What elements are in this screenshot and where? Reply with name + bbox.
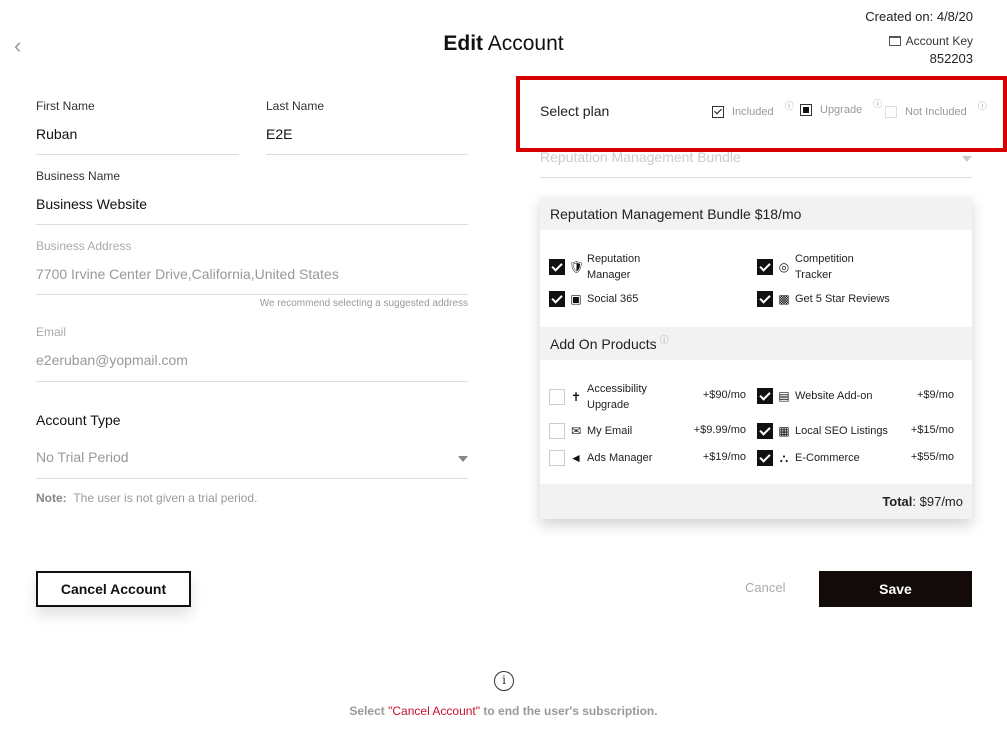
account-key-value: 852203 — [929, 51, 973, 66]
addon-price: +$19/mo — [702, 451, 746, 463]
account-key-label: Account Key — [888, 34, 973, 48]
calendar-icon: ▣ — [570, 292, 582, 306]
info-icon: ⓘ — [977, 101, 987, 111]
plan-bundle-underline — [540, 177, 972, 178]
reviews-icon: ▩ — [778, 292, 790, 306]
email-underline — [36, 381, 468, 382]
business-name-field[interactable]: Business Website — [36, 196, 468, 212]
checked-checkbox-icon[interactable] — [757, 423, 773, 439]
cancel-account-button[interactable]: Cancel Account — [36, 571, 191, 607]
upgrade-square-icon — [800, 103, 812, 116]
first-name-label: First Name — [36, 99, 95, 113]
checked-checkbox-icon — [757, 291, 773, 307]
included-checkbox-icon — [712, 105, 724, 118]
last-name-field[interactable]: E2E — [266, 126, 468, 142]
addon-price: +$9.99/mo — [693, 424, 746, 436]
account-type-select[interactable]: No Trial Period — [36, 449, 468, 479]
select-plan-label: Select plan — [540, 103, 610, 119]
business-name-label: Business Name — [36, 169, 121, 183]
save-button[interactable]: Save — [819, 571, 972, 607]
account-type-label: Account Type — [36, 412, 121, 428]
unchecked-checkbox-icon[interactable] — [549, 450, 565, 466]
plan-bundle-select[interactable]: Reputation Management Bundle — [540, 149, 972, 176]
checked-checkbox-icon[interactable] — [757, 388, 773, 404]
info-icon: i — [494, 671, 514, 691]
info-icon: ⓘ — [784, 101, 794, 111]
info-icon: ⓘ — [659, 335, 669, 345]
email-label: Email — [36, 325, 67, 339]
accessibility-icon: ✝ — [570, 390, 582, 404]
chevron-down-icon — [458, 456, 468, 462]
info-icon: ⓘ — [873, 99, 883, 109]
business-address-label: Business Address — [36, 239, 132, 253]
window-icon — [888, 36, 901, 46]
first-name-underline — [36, 154, 239, 155]
cancel-button[interactable]: Cancel — [745, 580, 785, 595]
addon-price: +$9/mo — [917, 389, 954, 401]
included-item-competition-tracker: ◎ Competition Tracker — [757, 251, 854, 283]
addon-price: +$55/mo — [910, 451, 954, 463]
addon-my-email[interactable]: ✉ My Email — [549, 423, 632, 439]
unchecked-checkbox-icon[interactable] — [549, 389, 565, 405]
business-name-underline — [36, 224, 468, 225]
addon-price: +$90/mo — [702, 389, 746, 401]
business-address-field[interactable]: 7700 Irvine Center Drive,California,Unit… — [36, 266, 468, 282]
bundle-card: Reputation Management Bundle $18/mo 🛡 Re… — [540, 197, 972, 519]
business-address-underline — [36, 294, 468, 295]
megaphone-icon: ◄ — [570, 451, 582, 465]
checked-checkbox-icon — [549, 291, 565, 307]
cancel-hint: Select "Cancel Account" to end the user'… — [349, 704, 658, 718]
email-field[interactable]: e2eruban@yopmail.com — [36, 352, 468, 368]
bundle-title: Reputation Management Bundle $18/mo — [540, 197, 972, 230]
envelope-icon: ✉ — [570, 424, 582, 438]
addon-price: +$15/mo — [910, 424, 954, 436]
shield-icon: 🛡 — [569, 260, 585, 274]
first-name-field[interactable]: Ruban — [36, 126, 239, 142]
legend-included: Included ⓘ — [712, 101, 794, 118]
addon-website-add-on[interactable]: ▤ Website Add-on — [757, 388, 872, 404]
account-type-underline — [36, 478, 468, 479]
included-item-5-star-reviews: ▩ Get 5 Star Reviews — [757, 291, 890, 307]
address-hint: We recommend selecting a suggested addre… — [259, 298, 468, 309]
addon-local-seo-listings[interactable]: ▦ Local SEO Listings — [757, 423, 888, 439]
account-type-value: No Trial Period — [36, 449, 129, 465]
chevron-down-icon — [962, 156, 972, 162]
created-date: Created on: 4/8/20 — [865, 9, 973, 24]
browser-window-icon: ▤ — [778, 389, 790, 403]
included-item-social-365: ▣ Social 365 — [549, 291, 638, 307]
included-item-reputation-manager: 🛡 Reputation Manager — [549, 251, 640, 283]
checked-checkbox-icon[interactable] — [757, 450, 773, 466]
last-name-underline — [266, 154, 468, 155]
addon-ads-manager[interactable]: ◄ Ads Manager — [549, 450, 652, 466]
trial-note: Note: The user is not given a trial peri… — [36, 491, 258, 505]
checked-checkbox-icon — [549, 259, 565, 275]
addon-e-commerce[interactable]: ⛬ E-Commerce — [757, 450, 860, 466]
bundle-total: Total: $97/mo — [540, 484, 972, 519]
addon-accessibility-upgrade[interactable]: ✝ Accessibility Upgrade — [549, 381, 647, 413]
empty-checkbox-icon — [885, 105, 897, 118]
radar-icon: ◎ — [778, 260, 790, 274]
addons-title: Add On Products ⓘ — [540, 327, 972, 360]
checked-checkbox-icon — [757, 259, 773, 275]
building-icon: ▦ — [778, 424, 790, 438]
cart-icon: ⛬ — [779, 450, 789, 465]
legend-not-included: Not Included ⓘ — [885, 101, 987, 118]
last-name-label: Last Name — [266, 99, 325, 113]
unchecked-checkbox-icon[interactable] — [549, 423, 565, 439]
page-title: Edit Account — [443, 32, 564, 55]
legend-upgrade: Upgrade ⓘ — [800, 99, 882, 116]
